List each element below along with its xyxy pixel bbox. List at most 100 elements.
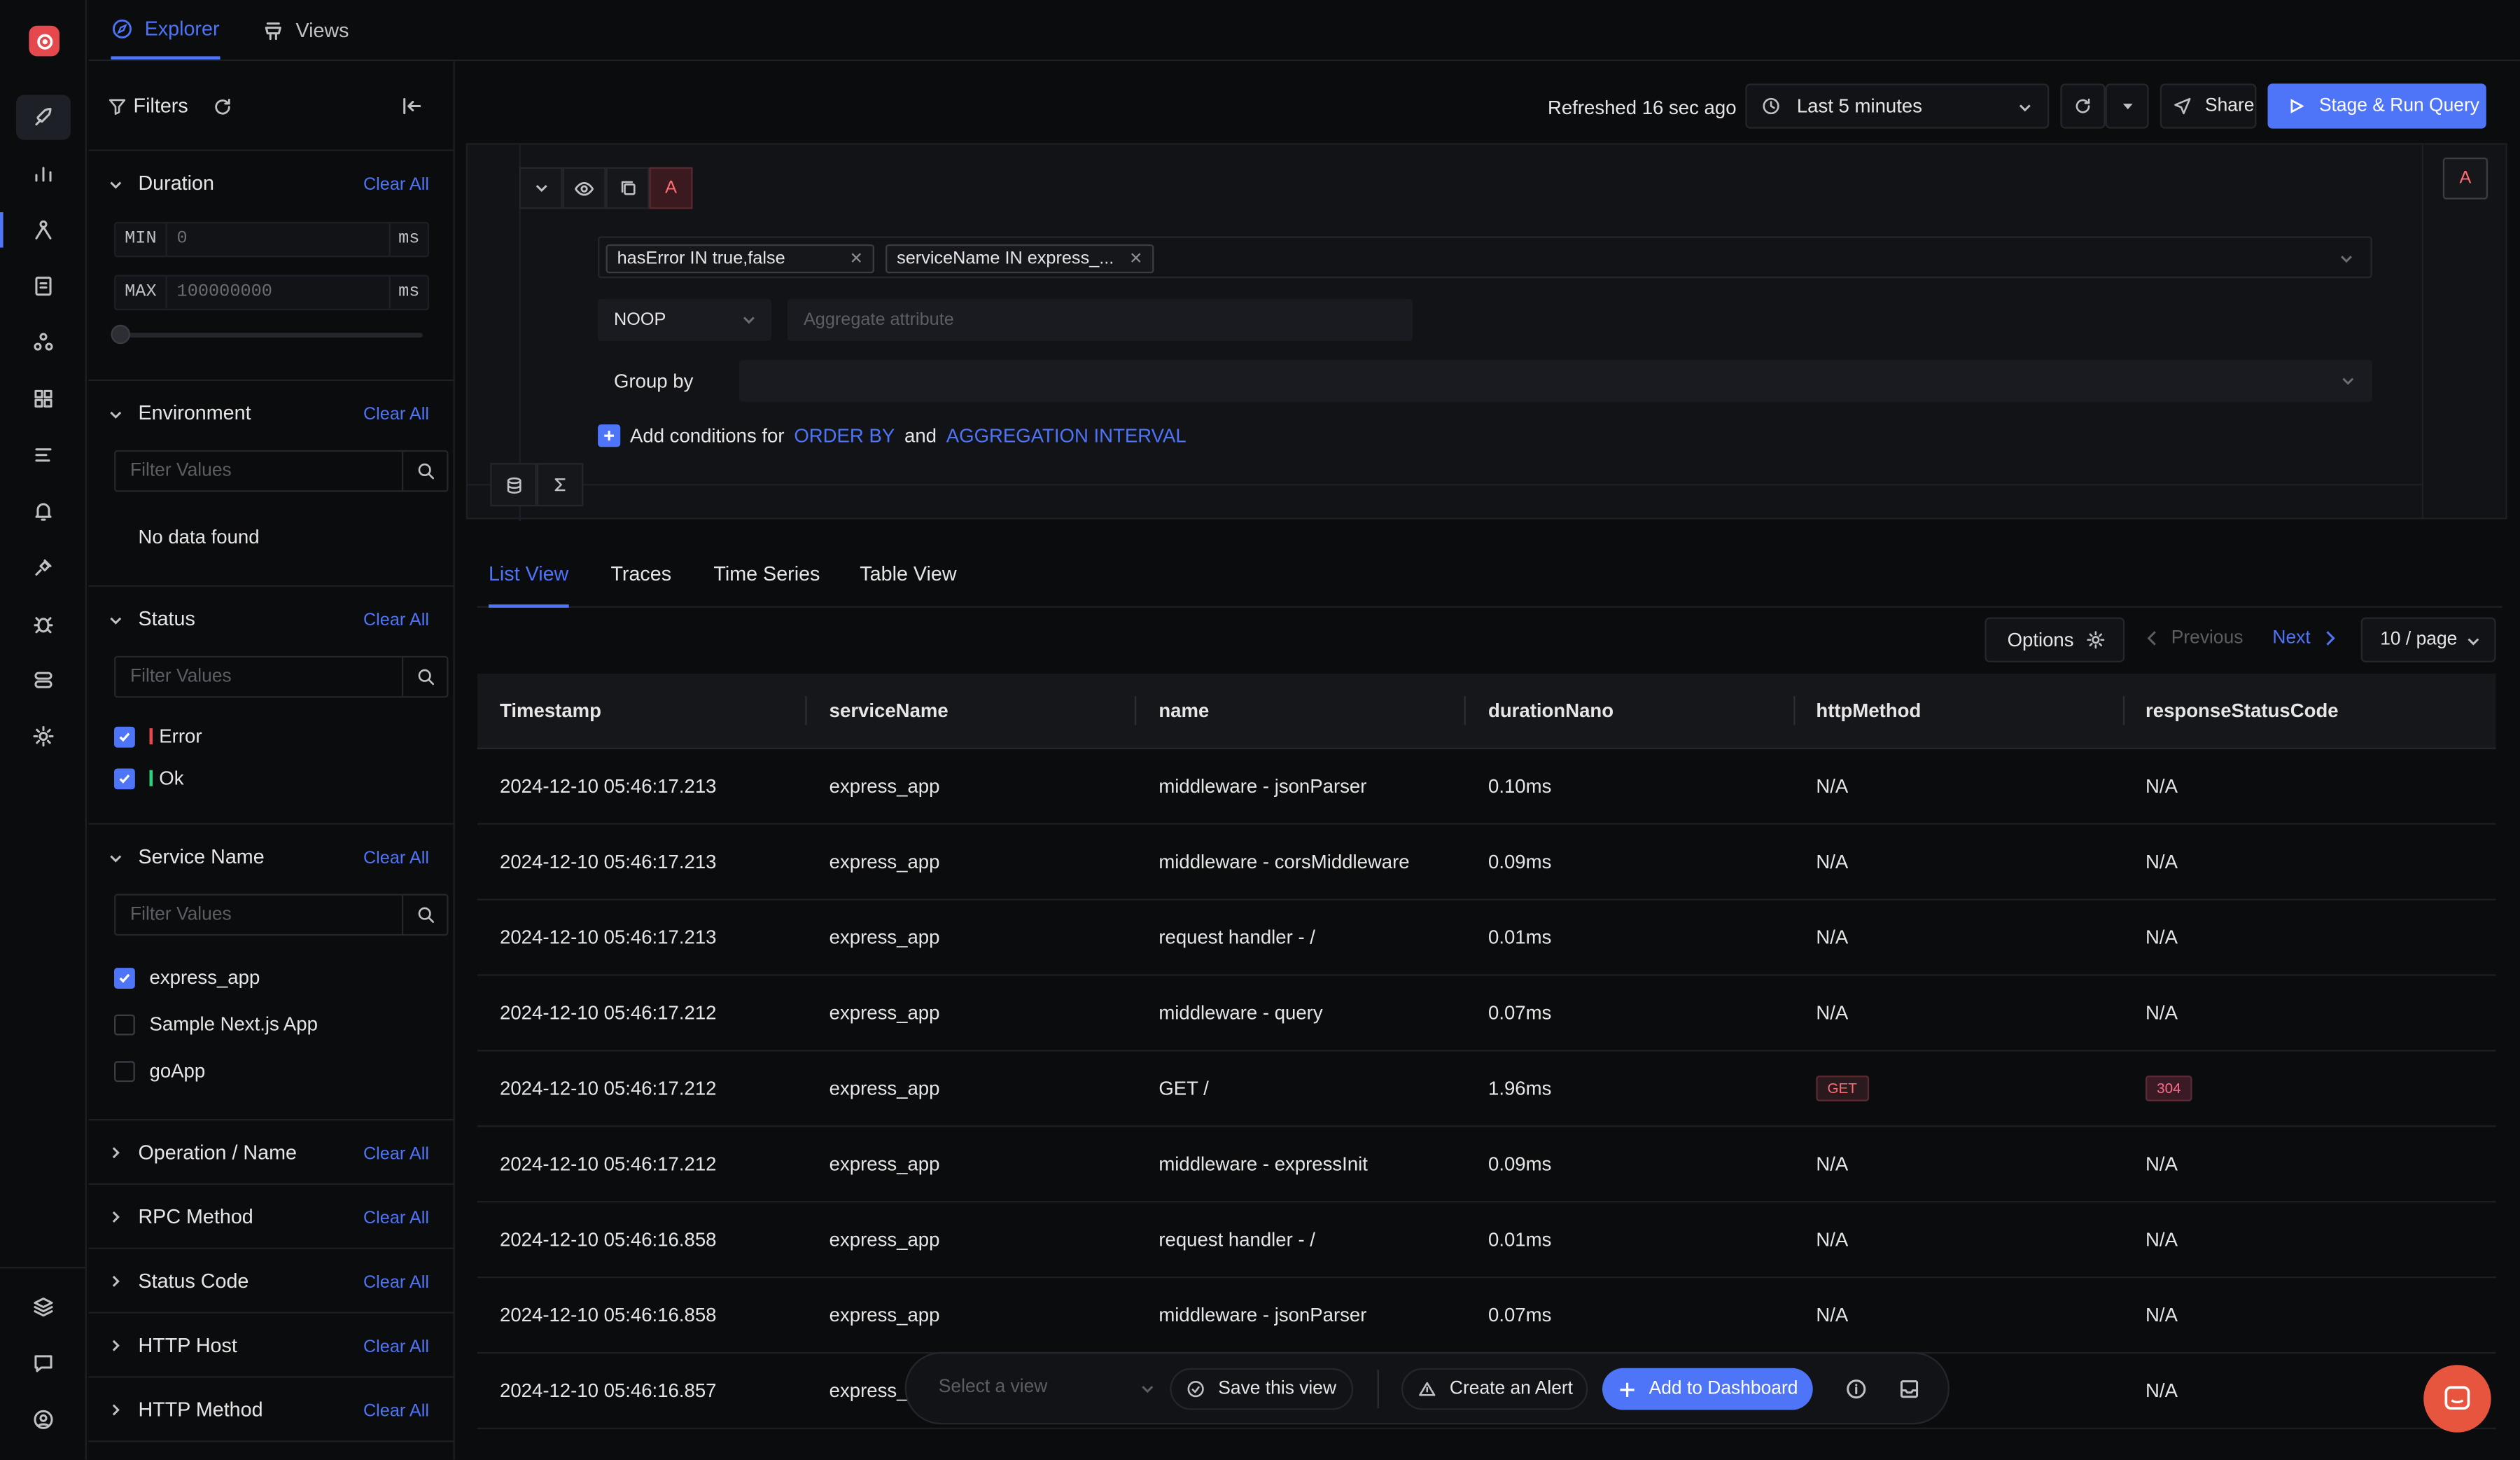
order-by-link[interactable]: ORDER BY xyxy=(794,424,895,447)
add-to-dashboard-button[interactable]: Add to Dashboard xyxy=(1602,1368,1813,1410)
traces-icon[interactable] xyxy=(16,207,71,252)
collapse-panel-icon[interactable] xyxy=(400,95,423,117)
http-method-section[interactable]: HTTP Method Clear All xyxy=(88,1378,455,1442)
add-query-button[interactable] xyxy=(490,463,537,507)
table-row[interactable]: 2024-12-10 05:46:17.213 express_app middle… xyxy=(477,749,2496,825)
col-http-method[interactable]: httpMethod xyxy=(1816,700,1921,722)
refresh-icon[interactable] xyxy=(212,97,233,118)
chevron-down-icon[interactable] xyxy=(108,613,124,629)
list-icon[interactable] xyxy=(16,433,71,478)
chevron-down-icon[interactable] xyxy=(108,407,124,423)
col-duration-nano[interactable]: durationNano xyxy=(1488,700,1614,722)
clear-all[interactable]: Clear All xyxy=(363,1145,429,1164)
select-view-dropdown[interactable]: Select a view xyxy=(939,1370,1156,1408)
service-map-icon[interactable] xyxy=(16,320,71,365)
table-row[interactable]: 2024-12-10 05:46:16.858 express_app middle… xyxy=(477,1278,2496,1354)
chat-support-button[interactable] xyxy=(2423,1365,2491,1433)
settings-gear-icon[interactable] xyxy=(16,714,71,758)
search-button[interactable] xyxy=(401,658,447,697)
col-timestamp[interactable]: Timestamp xyxy=(500,700,601,722)
checkbox-unchecked[interactable] xyxy=(114,1013,135,1035)
chevron-down-icon[interactable] xyxy=(108,177,124,193)
chat-icon[interactable] xyxy=(16,1341,71,1386)
service-option-express-app[interactable]: express_app xyxy=(114,966,260,989)
table-row[interactable]: 2024-12-10 05:46:17.212 express_app middle… xyxy=(477,976,2496,1052)
tab-time-series[interactable]: Time Series xyxy=(713,563,820,585)
add-conditions-row[interactable]: Add conditions for ORDER BY and AGGREGAT… xyxy=(598,424,1186,447)
duration-clear-all[interactable]: Clear All xyxy=(363,175,429,195)
service-option-goapp[interactable]: goApp xyxy=(114,1059,205,1082)
table-row[interactable]: 2024-12-10 05:46:17.213 express_app middle… xyxy=(477,825,2496,901)
filter-chip-has-error[interactable]: hasError IN true,false ✕ xyxy=(606,244,874,274)
chevron-right-icon[interactable] xyxy=(108,1145,124,1161)
rocket-icon[interactable] xyxy=(15,95,71,140)
aggregate-attribute-input[interactable]: Aggregate attribute xyxy=(787,299,1413,341)
table-row[interactable]: 2024-12-10 05:46:17.213 express_app reques… xyxy=(477,901,2496,976)
col-service-name[interactable]: serviceName xyxy=(830,700,948,722)
close-icon[interactable]: ✕ xyxy=(850,250,863,267)
save-view-button[interactable]: Save this view xyxy=(1170,1368,1354,1410)
page-size-select[interactable]: 10 / page xyxy=(2360,617,2496,662)
layers-icon[interactable] xyxy=(16,1284,71,1329)
service-name-clear-all[interactable]: Clear All xyxy=(363,849,429,868)
status-clear-all[interactable]: Clear All xyxy=(363,611,429,630)
query-side-label-a[interactable]: A xyxy=(2442,157,2488,200)
duration-max-field[interactable]: MAX 100000000 ms xyxy=(114,274,430,311)
time-range-select[interactable]: Last 5 minutes xyxy=(1745,83,2050,129)
search-button[interactable] xyxy=(401,452,447,491)
close-icon[interactable]: ✕ xyxy=(1129,250,1142,267)
dashboards-icon[interactable] xyxy=(16,376,71,421)
chevron-right-icon[interactable] xyxy=(108,1273,124,1289)
next-button[interactable]: Next xyxy=(2272,629,2336,648)
toggle-visibility-button[interactable] xyxy=(562,167,606,209)
aggregation-interval-link[interactable]: AGGREGATION INTERVAL xyxy=(946,424,1186,447)
duration-min-field[interactable]: MIN 0 ms xyxy=(114,221,430,258)
tab-table-view[interactable]: Table View xyxy=(860,563,956,585)
checkbox-checked[interactable] xyxy=(114,725,135,747)
tab-traces[interactable]: Traces xyxy=(610,563,671,585)
inbox-icon[interactable] xyxy=(1898,1378,1920,1400)
chart-bar-icon[interactable] xyxy=(16,151,71,196)
checkbox-unchecked[interactable] xyxy=(114,1060,135,1081)
chevron-right-icon[interactable] xyxy=(108,1402,124,1418)
refresh-dropdown-button[interactable] xyxy=(2105,83,2149,129)
alerts-bell-icon[interactable] xyxy=(16,489,71,534)
logs-icon[interactable] xyxy=(16,264,71,309)
operation-name-section[interactable]: Operation / Name Clear All xyxy=(88,1120,455,1186)
filter-chip-service-name[interactable]: serviceName IN express_... ✕ xyxy=(886,244,1154,274)
duration-slider-track[interactable] xyxy=(117,333,423,338)
tab-list-view[interactable]: List View xyxy=(488,563,568,608)
chevron-down-icon[interactable] xyxy=(108,851,124,867)
create-alert-button[interactable]: Create an Alert xyxy=(1401,1368,1588,1410)
col-response-status-code[interactable]: responseStatusCode xyxy=(2146,700,2339,722)
tab-views[interactable]: Views xyxy=(262,0,349,60)
add-formula-button[interactable] xyxy=(536,463,584,507)
options-button[interactable]: Options xyxy=(1984,617,2125,662)
info-icon[interactable] xyxy=(1845,1378,1868,1400)
where-filter-input[interactable]: hasError IN true,false ✕ serviceName IN … xyxy=(598,236,2372,279)
plus-icon[interactable] xyxy=(598,424,621,447)
integrations-plug-icon[interactable] xyxy=(16,545,71,590)
table-row[interactable]: 2024-12-10 05:46:17.212 express_app GET / 1… xyxy=(477,1052,2496,1127)
duration-slider-handle[interactable] xyxy=(111,324,130,345)
environment-search-input[interactable]: Filter Values xyxy=(114,450,449,492)
user-avatar-icon[interactable] xyxy=(16,1397,71,1442)
refresh-button[interactable] xyxy=(2060,83,2106,129)
checkbox-checked[interactable] xyxy=(114,966,135,988)
tab-explorer[interactable]: Explorer xyxy=(111,0,220,60)
clear-all[interactable]: Clear All xyxy=(363,1337,429,1357)
status-search-input[interactable]: Filter Values xyxy=(114,655,449,698)
environment-clear-all[interactable]: Clear All xyxy=(363,405,429,425)
share-button[interactable]: Share xyxy=(2160,83,2257,129)
http-host-section[interactable]: HTTP Host Clear All xyxy=(88,1314,455,1378)
clear-all[interactable]: Clear All xyxy=(363,1402,429,1421)
copy-query-button[interactable] xyxy=(606,167,650,209)
table-row[interactable]: 2024-12-10 05:46:16.858 express_app reques… xyxy=(477,1202,2496,1279)
status-option-ok[interactable]: Ok xyxy=(114,767,184,789)
service-option-sample-next[interactable]: Sample Next.js App xyxy=(114,1013,318,1036)
clear-all[interactable]: Clear All xyxy=(363,1273,429,1293)
pipelines-icon[interactable] xyxy=(16,658,71,702)
status-code-section[interactable]: Status Code Clear All xyxy=(88,1249,455,1314)
col-name[interactable]: name xyxy=(1158,700,1209,722)
query-label-a[interactable]: A xyxy=(649,167,693,209)
